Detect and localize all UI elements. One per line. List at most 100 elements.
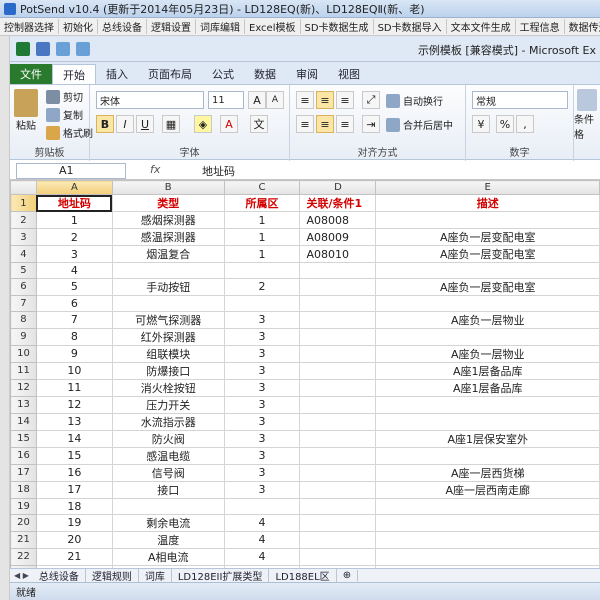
worksheet[interactable]: A B C D E 1 地址码 类型 所属区 关联/条件1 描述 2 1 感烟探测器 1 A0800… [10, 180, 600, 568]
cell-a[interactable]: 10 [35, 361, 113, 380]
bold-button[interactable]: B [96, 115, 114, 133]
cell-a[interactable]: 16 [35, 463, 113, 482]
cell-e[interactable]: A座负一层变配电室 [375, 228, 600, 246]
cell-a[interactable]: 11 [35, 378, 113, 397]
cell-e[interactable]: A座负一层变配电室 [375, 277, 600, 296]
cell-c[interactable]: 3 [223, 378, 301, 397]
cell-d[interactable]: A08010 [299, 245, 377, 263]
cell-c[interactable]: 3 [223, 446, 301, 465]
cell-b[interactable]: 可燃气探测器 [111, 310, 225, 329]
cell-d[interactable] [299, 262, 377, 279]
phonetic-button[interactable]: 文 [250, 115, 268, 133]
cell-d[interactable]: A08009 [299, 228, 377, 246]
cell-d[interactable] [299, 277, 377, 296]
cell-d[interactable] [299, 513, 377, 532]
row-header[interactable]: 6 [10, 277, 37, 296]
cell-d[interactable] [299, 497, 377, 515]
italic-button[interactable]: I [116, 115, 134, 133]
cell-e[interactable] [375, 446, 600, 465]
cell-d[interactable] [299, 327, 377, 346]
row-header[interactable]: 20 [10, 513, 37, 532]
cell-d[interactable] [299, 446, 377, 465]
conditional-format-button[interactable]: 条件格 [574, 89, 600, 141]
row-header[interactable]: 21 [10, 530, 37, 549]
menu-item-project-info[interactable]: 工程信息 [516, 19, 565, 34]
save-icon[interactable] [36, 41, 50, 56]
menu-item-text-file[interactable]: 文本文件生成 [447, 19, 516, 34]
row-header[interactable]: 15 [10, 429, 37, 448]
menu-item-sd-generate[interactable]: SD卡数据生成 [301, 19, 374, 34]
sheet-tab-ld128eii[interactable]: LD128EII扩展类型 [172, 569, 270, 582]
cell-c[interactable]: 3 [223, 310, 301, 329]
cell-e[interactable]: A座一层西货梯 [375, 463, 600, 482]
cell-b[interactable]: 水流指示器 [111, 412, 225, 431]
cell-b[interactable] [111, 262, 225, 279]
merge-center-button[interactable]: 合并后居中 [386, 117, 453, 132]
cell-a[interactable]: 13 [35, 412, 113, 431]
number-format-select[interactable]: 常规 [472, 91, 568, 109]
align-middle-button[interactable]: ≡ [316, 91, 334, 109]
align-center-button[interactable]: ≡ [316, 115, 334, 133]
cell-a[interactable]: 12 [35, 395, 113, 414]
cell-a[interactable]: 21 [35, 547, 113, 566]
sheet-tab-bus-devices[interactable]: 总线设备 [33, 569, 86, 582]
cell-e[interactable]: A座1层备品库 [375, 361, 600, 380]
cell-e[interactable] [375, 395, 600, 414]
cell-b[interactable]: 消火栓按钮 [111, 378, 225, 397]
cell-b[interactable] [111, 497, 225, 515]
row-header[interactable]: 8 [10, 310, 37, 329]
cell-b[interactable]: 信号阀 [111, 463, 225, 482]
cell-a[interactable]: 9 [35, 344, 113, 363]
cell-a[interactable]: 5 [35, 277, 113, 296]
cell-d[interactable] [299, 412, 377, 431]
tab-page-layout[interactable]: 页面布局 [138, 64, 202, 84]
column-header-b[interactable]: B [111, 180, 225, 195]
tab-formulas[interactable]: 公式 [202, 64, 244, 84]
cell-e[interactable]: A座一层西南走廊 [375, 480, 600, 499]
row-header[interactable]: 7 [10, 294, 37, 312]
menu-item-logic[interactable]: 逻辑设置 [147, 19, 196, 34]
row-header[interactable]: 2 [10, 211, 37, 229]
cell-e[interactable] [375, 327, 600, 346]
row-header[interactable]: 22 [10, 547, 37, 566]
row-header[interactable]: 10 [10, 344, 37, 363]
cell-b[interactable]: 温度 [111, 530, 225, 549]
cell-c[interactable]: 4 [223, 547, 301, 566]
row-header[interactable]: 11 [10, 361, 37, 380]
cell-b[interactable]: A相电流 [111, 547, 225, 566]
row-header[interactable]: 17 [10, 463, 37, 482]
row-header[interactable]: 19 [10, 497, 37, 515]
row-header[interactable]: 12 [10, 378, 37, 397]
cell-c[interactable] [223, 294, 301, 312]
row-header[interactable]: 1 [10, 194, 37, 212]
menu-item-excel-template[interactable]: Excel模板 [245, 19, 301, 34]
column-header-e[interactable]: E [375, 180, 600, 195]
font-name-select[interactable]: 宋体 [96, 91, 204, 109]
cell-d[interactable] [299, 344, 377, 363]
cell-b[interactable]: 组联模块 [111, 344, 225, 363]
cell-c[interactable]: 3 [223, 361, 301, 380]
row-header[interactable]: 5 [10, 262, 37, 279]
format-painter-button[interactable]: 格式刷 [46, 125, 93, 140]
cell-c[interactable]: 3 [223, 327, 301, 346]
cell-e[interactable] [375, 497, 600, 515]
wrap-text-button[interactable]: 自动换行 [386, 93, 443, 108]
font-size-select[interactable]: 11 [208, 91, 244, 109]
menu-item-data-transfer[interactable]: 数据传送 [565, 19, 600, 34]
cell-a[interactable]: 1 [35, 211, 113, 229]
cell-b[interactable]: 手动按钮 [111, 277, 225, 296]
cell-d[interactable] [299, 463, 377, 482]
cell-d[interactable] [299, 429, 377, 448]
cell-a[interactable]: 8 [35, 327, 113, 346]
cell-e[interactable] [375, 412, 600, 431]
cell-a[interactable]: 地址码 [35, 194, 113, 212]
cell-e[interactable]: 描述 [375, 194, 600, 212]
cell-a[interactable]: 4 [35, 262, 113, 279]
cut-button[interactable]: 剪切 [46, 89, 83, 104]
row-header[interactable]: 16 [10, 446, 37, 465]
cell-e[interactable]: A座负一层变配电室 [375, 245, 600, 263]
column-header-d[interactable]: D [299, 180, 377, 195]
redo-icon[interactable] [76, 41, 90, 56]
cell-b[interactable]: 感烟探测器 [111, 211, 225, 229]
cell-d[interactable] [299, 530, 377, 549]
